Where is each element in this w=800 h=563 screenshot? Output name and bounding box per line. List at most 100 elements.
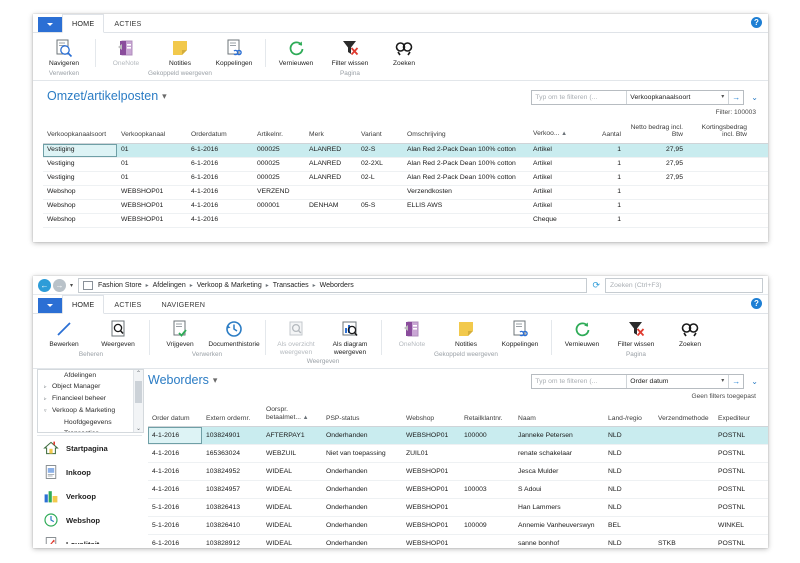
cell-10[interactable] [687, 199, 751, 213]
cell-5[interactable]: 02-2XL [357, 157, 403, 171]
cell-5[interactable]: 05-S [357, 199, 403, 213]
cell-1[interactable]: WEBSHOP01 [117, 213, 187, 227]
table-row[interactable]: WebshopWEBSHOP014-1-2016000001DENHAM05-S… [43, 199, 768, 213]
ribbon-button-koppelingen[interactable]: Koppelingen [493, 317, 547, 349]
cell-9[interactable]: 27,95 [625, 171, 687, 185]
cell-5[interactable] [357, 185, 403, 199]
cell-9[interactable] [625, 185, 687, 199]
cell-1[interactable]: WEBSHOP01 [117, 199, 187, 213]
ribbon-button-zoeken[interactable]: Zoeken [377, 36, 431, 68]
tree-item-2[interactable]: ▹Financieel beheer [38, 393, 143, 405]
cell-2[interactable]: WIDEAL [262, 481, 322, 499]
cell-7[interactable]: Artikel [529, 157, 583, 171]
back-button[interactable]: ← [38, 279, 51, 292]
scroll-up-icon[interactable]: ⌃ [136, 370, 141, 377]
cell-1[interactable]: 103824952 [202, 463, 262, 481]
cell-0[interactable]: 4-1-2016 [148, 463, 202, 481]
filter-control[interactable]: Typ om te filteren (... Order datum ▾ → [531, 374, 744, 389]
breadcrumb-item-0[interactable]: Fashion Store [98, 282, 142, 289]
cell-1[interactable]: 165363024 [202, 445, 262, 463]
cell-7[interactable]: Artikel [529, 185, 583, 199]
cell-3[interactable]: Onderhanden [322, 535, 402, 548]
cell-10[interactable] [687, 213, 751, 227]
tree-twisty-icon[interactable]: ▹ [44, 395, 52, 404]
table-row[interactable]: Vestiging016-1-2016000025ALANRED02-LAlan… [43, 171, 768, 185]
cell-7[interactable]: NLD [604, 463, 654, 481]
tree-item-3[interactable]: ▿Verkoop & Marketing [38, 405, 143, 417]
table-row[interactable]: WebshopWEBSHOP014-1-2016VERZENDVerzendko… [43, 185, 768, 199]
nav-item-verkoop[interactable]: Verkoop [37, 484, 142, 508]
filter-field-value[interactable]: Verkoopkanaalsoort [627, 91, 717, 104]
cell-1[interactable]: 01 [117, 143, 187, 157]
cell-10[interactable] [764, 499, 768, 517]
cell-9[interactable]: POSTNL [714, 481, 764, 499]
ribbon-button-als-diagram-weergeven[interactable]: Als diagram weergeven [323, 317, 377, 356]
column-header-8[interactable]: Verzendmethode [654, 403, 714, 427]
cell-8[interactable]: 1 [583, 171, 625, 185]
ribbon-button-filter-wissen[interactable]: Filter wissen [323, 36, 377, 68]
cell-6[interactable]: ELLIS AWS [403, 199, 529, 213]
cell-6[interactable]: Janneke Petersen [514, 427, 604, 445]
cell-1[interactable]: 103828912 [202, 535, 262, 548]
cell-8[interactable]: 1 [583, 143, 625, 157]
column-header-0[interactable]: Verkoopkanaalsoort [43, 121, 117, 144]
cell-4[interactable]: ALANRED [305, 157, 357, 171]
cell-3[interactable]: 000025 [253, 157, 305, 171]
cell-2[interactable]: WIDEAL [262, 463, 322, 481]
cell-0[interactable]: Vestiging [43, 143, 117, 157]
cell-2[interactable]: 6-1-2016 [187, 157, 253, 171]
cell-2[interactable]: 4-1-2016 [187, 213, 253, 227]
apply-filter-icon[interactable]: → [728, 375, 743, 388]
column-header-1[interactable]: Verkoopkanaal [117, 121, 187, 144]
cell-0[interactable]: 4-1-2016 [148, 427, 202, 445]
ribbon-button-onenote[interactable]: OneNote [99, 36, 153, 68]
cell-8[interactable]: 1 [583, 185, 625, 199]
nav-item-inkoop[interactable]: Inkoop [37, 460, 142, 484]
column-header-4[interactable]: Webshop [402, 403, 460, 427]
cell-2[interactable]: WIDEAL [262, 499, 322, 517]
tree-twisty-icon[interactable]: ▹ [44, 383, 52, 392]
cell-0[interactable]: Vestiging [43, 171, 117, 185]
cell-8[interactable]: STKB [654, 535, 714, 548]
cell-11[interactable]: 3,95 [751, 185, 768, 199]
scroll-down-icon[interactable]: ⌄ [136, 425, 141, 432]
ribbon-button-documenthistorie[interactable]: Documenthistorie [207, 317, 261, 349]
table-row[interactable]: 4-1-2016165363024WEBZUILNiet van toepass… [148, 445, 768, 463]
cell-10[interactable] [687, 171, 751, 185]
cell-6[interactable]: Alan Red 2-Pack Dean 100% cotton [403, 157, 529, 171]
tree-twisty-icon[interactable]: ▿ [44, 407, 52, 416]
cell-2[interactable]: 4-1-2016 [187, 185, 253, 199]
cell-2[interactable]: WIDEAL [262, 535, 322, 548]
chevron-down-icon[interactable]: ▾ [717, 91, 728, 104]
cell-3[interactable]: 000001 [253, 199, 305, 213]
column-header-5[interactable]: Retailklantnr. [460, 403, 514, 427]
cell-10[interactable] [687, 185, 751, 199]
cell-8[interactable] [654, 463, 714, 481]
cell-9[interactable]: POSTNL [714, 499, 764, 517]
cell-8[interactable] [654, 445, 714, 463]
cell-6[interactable]: Verzendkosten [403, 185, 529, 199]
cell-9[interactable]: 27,95 [625, 143, 687, 157]
cell-9[interactable]: POSTNL [714, 535, 764, 548]
column-header-2[interactable]: Oorspr. betaalmet... ▲ [262, 403, 322, 427]
column-header-11[interactable]: Bedrag incl. Btw [751, 121, 768, 144]
ribbon-button-weergeven[interactable]: Weergeven [91, 317, 145, 349]
cell-3[interactable]: Onderhanden [322, 481, 402, 499]
cell-10[interactable] [764, 463, 768, 481]
cell-7[interactable]: NLD [604, 535, 654, 548]
cell-7[interactable]: NLD [604, 481, 654, 499]
cell-4[interactable]: DENHAM [305, 199, 357, 213]
breadcrumb-item-4[interactable]: Weborders [320, 282, 354, 289]
cell-2[interactable]: 6-1-2016 [187, 143, 253, 157]
cell-0[interactable]: 6-1-2016 [148, 535, 202, 548]
cell-7[interactable]: NLD [604, 427, 654, 445]
ribbon-button-vernieuwen[interactable]: Vernieuwen [269, 36, 323, 68]
cell-8[interactable]: 1 [583, 157, 625, 171]
expand-filter-chevron-icon[interactable]: ⌄ [751, 377, 758, 386]
cell-6[interactable] [403, 213, 529, 227]
cell-8[interactable]: 1 [583, 213, 625, 227]
cell-4[interactable] [305, 213, 357, 227]
ribbon-button-vernieuwen[interactable]: Vernieuwen [555, 317, 609, 349]
tree-item-4[interactable]: Hoofdgegevens [38, 417, 143, 428]
cell-7[interactable]: Artikel [529, 171, 583, 185]
